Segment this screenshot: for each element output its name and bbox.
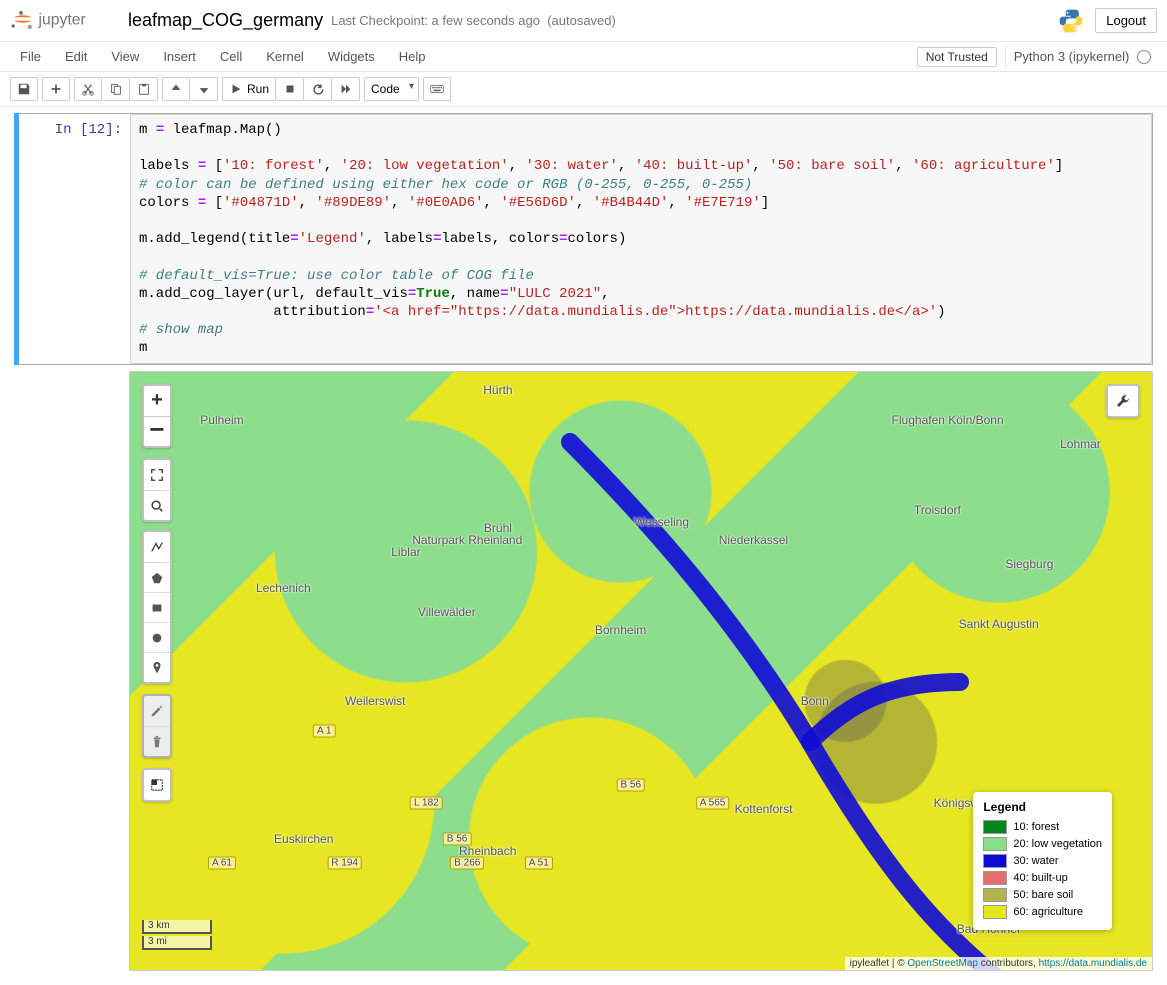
- draw-tools: [142, 530, 172, 684]
- legend-label: 10: forest: [1013, 821, 1059, 833]
- header: jupyter leafmap_COG_germany Last Checkpo…: [0, 0, 1167, 42]
- python-logo-icon: [1057, 7, 1085, 35]
- map-output: HürthPulheimBrühlLiblarLechenichWesselin…: [129, 371, 1153, 971]
- interrupt-button[interactable]: [276, 77, 304, 101]
- zoom-out-button[interactable]: −: [144, 416, 170, 446]
- zoom-in-button[interactable]: +: [144, 386, 170, 416]
- edit-tools: [142, 694, 172, 758]
- draw-circle-button[interactable]: [144, 622, 170, 652]
- zoom-control: + −: [142, 384, 172, 448]
- legend-swatch: [983, 854, 1007, 868]
- legend-swatch: [983, 888, 1007, 902]
- toolbar: Run Code: [0, 72, 1167, 107]
- legend-swatch: [983, 820, 1007, 834]
- menu-file[interactable]: File: [8, 43, 53, 70]
- notebook-area: In [12]: m = leafmap.Map() labels = ['10…: [0, 107, 1167, 985]
- scale-control: 3 km 3 mi: [142, 920, 212, 952]
- move-up-button[interactable]: [162, 77, 190, 101]
- legend-label: 20: low vegetation: [1013, 838, 1102, 850]
- cell-type-select[interactable]: Code: [364, 77, 419, 101]
- menubar: FileEditViewInsertCellKernelWidgetsHelp …: [0, 42, 1167, 72]
- legend-row: 40: built-up: [983, 871, 1102, 885]
- extra-tools: [142, 768, 172, 802]
- legend-row: 20: low vegetation: [983, 837, 1102, 851]
- legend-row: 60: agriculture: [983, 905, 1102, 919]
- fullscreen-button[interactable]: [144, 460, 170, 490]
- save-button[interactable]: [10, 77, 38, 101]
- menu-kernel[interactable]: Kernel: [254, 43, 316, 70]
- copy-button[interactable]: [102, 77, 130, 101]
- edit-layers-button[interactable]: [144, 696, 170, 726]
- draw-polyline-button[interactable]: [144, 532, 170, 562]
- insert-cell-below-button[interactable]: [42, 77, 70, 101]
- view-tools: [142, 458, 172, 522]
- legend-label: 50: bare soil: [1013, 889, 1073, 901]
- mundialis-link[interactable]: https://data.mundialis.de: [1039, 958, 1147, 969]
- cut-button[interactable]: [74, 77, 102, 101]
- menu-edit[interactable]: Edit: [53, 43, 99, 70]
- attribution: ipyleaflet | © OpenStreetMap contributor…: [845, 957, 1152, 970]
- kernel-idle-icon: [1137, 50, 1151, 64]
- osm-link[interactable]: OpenStreetMap: [907, 958, 978, 969]
- legend-label: 40: built-up: [1013, 872, 1067, 884]
- legend-row: 50: bare soil: [983, 888, 1102, 902]
- menu-insert[interactable]: Insert: [151, 43, 208, 70]
- menu-widgets[interactable]: Widgets: [316, 43, 387, 70]
- code-cell[interactable]: In [12]: m = leafmap.Map() labels = ['10…: [14, 113, 1153, 365]
- menu-view[interactable]: View: [99, 43, 151, 70]
- command-palette-button[interactable]: [423, 77, 451, 101]
- input-prompt: In [12]:: [15, 114, 130, 364]
- notebook-name[interactable]: leafmap_COG_germany: [128, 10, 323, 31]
- move-down-button[interactable]: [190, 77, 218, 101]
- legend-swatch: [983, 837, 1007, 851]
- legend-title: Legend: [983, 800, 1102, 814]
- restart-run-all-button[interactable]: [332, 77, 360, 101]
- measure-button[interactable]: [144, 770, 170, 800]
- checkpoint-status: Last Checkpoint: a few seconds ago (auto…: [331, 13, 616, 28]
- kernel-name[interactable]: Python 3 (ipykernel): [1005, 45, 1159, 69]
- search-button[interactable]: [144, 490, 170, 520]
- delete-layers-button[interactable]: [144, 726, 170, 756]
- trust-indicator[interactable]: Not Trusted: [917, 47, 997, 67]
- code-input-area[interactable]: m = leafmap.Map() labels = ['10: forest'…: [130, 114, 1152, 364]
- run-button[interactable]: Run: [222, 77, 276, 101]
- jupyter-logo[interactable]: jupyter: [8, 5, 118, 36]
- svg-text:jupyter: jupyter: [38, 11, 86, 28]
- legend-row: 30: water: [983, 854, 1102, 868]
- paste-button[interactable]: [130, 77, 158, 101]
- menu-help[interactable]: Help: [387, 43, 438, 70]
- restart-button[interactable]: [304, 77, 332, 101]
- legend-label: 60: agriculture: [1013, 906, 1083, 918]
- logout-button[interactable]: Logout: [1095, 8, 1157, 33]
- settings-button[interactable]: [1106, 384, 1140, 418]
- legend-row: 10: forest: [983, 820, 1102, 834]
- legend: Legend 10: forest 20: low vegetation 30: w…: [973, 792, 1112, 930]
- draw-polygon-button[interactable]: [144, 562, 170, 592]
- leaflet-map[interactable]: HürthPulheimBrühlLiblarLechenichWesselin…: [129, 371, 1153, 971]
- draw-rectangle-button[interactable]: [144, 592, 170, 622]
- menu-cell[interactable]: Cell: [208, 43, 254, 70]
- legend-label: 30: water: [1013, 855, 1058, 867]
- legend-swatch: [983, 871, 1007, 885]
- draw-marker-button[interactable]: [144, 652, 170, 682]
- legend-swatch: [983, 905, 1007, 919]
